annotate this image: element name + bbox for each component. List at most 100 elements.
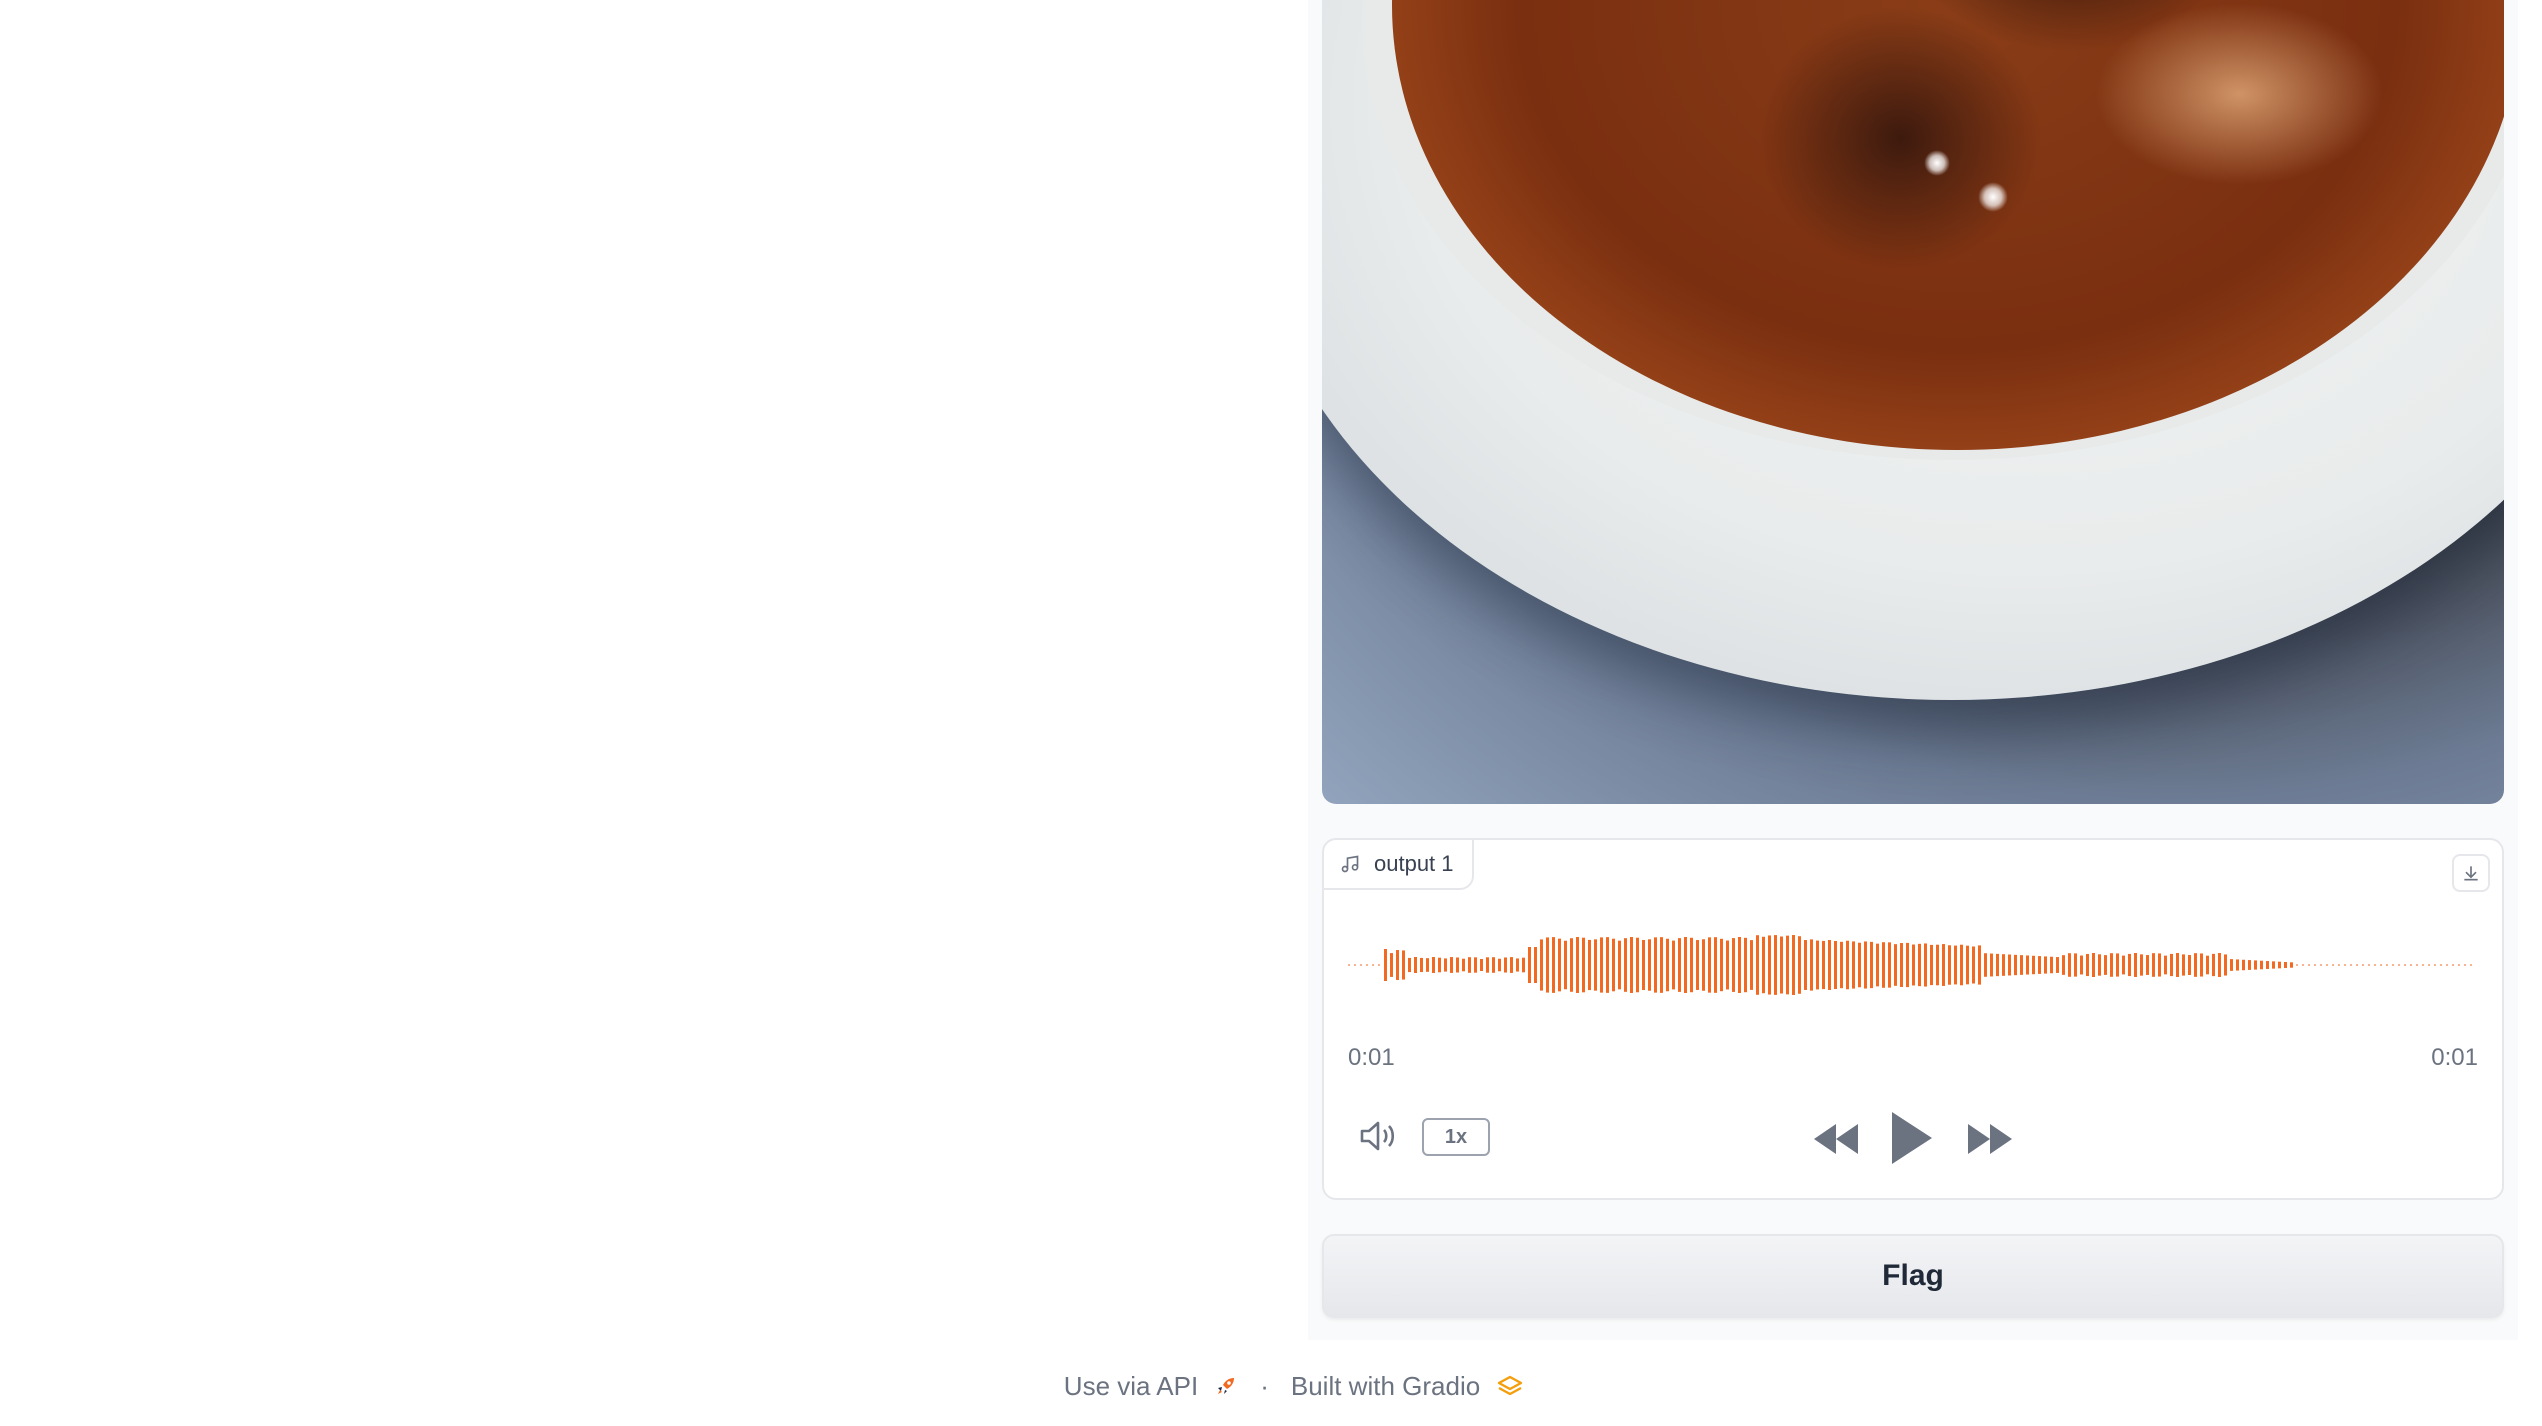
waveform-bar <box>1378 964 1380 966</box>
waveform-bar <box>1408 957 1411 973</box>
waveform-bar <box>2470 964 2472 966</box>
playback-controls: 1x <box>1324 1108 2502 1168</box>
waveform-bar <box>2374 964 2376 966</box>
waveform-bar <box>2284 961 2287 969</box>
waveform-bar <box>1600 937 1603 993</box>
waveform-bar <box>1954 945 1957 985</box>
waveform-bar <box>1390 953 1393 977</box>
waveform-bar <box>1474 957 1477 973</box>
gradio-logo-icon <box>1496 1374 1524 1398</box>
waveform-bar <box>2074 953 2077 977</box>
waveform-bar <box>1960 944 1963 986</box>
waveform-bar <box>2092 953 2095 977</box>
waveform-bar <box>1468 957 1471 973</box>
waveform-bar <box>1972 946 1975 984</box>
waveform-bar <box>1906 942 1909 988</box>
waveform-bar <box>2170 953 2173 977</box>
waveform-bar <box>2404 964 2406 966</box>
soup-glint <box>1924 150 1950 176</box>
waveform-bar <box>2320 964 2322 966</box>
waveform-bar <box>1348 964 1350 966</box>
waveform-bar <box>1540 939 1543 991</box>
waveform-bar <box>1678 938 1681 992</box>
waveform-bar <box>1798 936 1801 994</box>
waveform-bar <box>2026 955 2029 975</box>
waveform-bar <box>1708 937 1711 993</box>
fast-forward-button[interactable] <box>1966 1122 2014 1161</box>
waveform-bar <box>2446 964 2448 966</box>
play-button[interactable] <box>1888 1108 1934 1173</box>
waveform-bar <box>2110 953 2113 977</box>
waveform-bar <box>1420 957 1423 973</box>
rewind-icon <box>1814 1124 1858 1154</box>
waveform-bar <box>2428 964 2430 966</box>
waveform-bar <box>2362 964 2364 966</box>
waveform-bar <box>1480 958 1483 972</box>
waveform-bar <box>2398 964 2400 966</box>
use-via-api-link[interactable]: Use via API <box>1064 1371 1198 1402</box>
waveform-bar <box>1486 957 1489 973</box>
waveform-bar <box>2206 955 2209 975</box>
waveform-bar <box>2122 955 2125 975</box>
waveform-bar <box>1840 941 1843 989</box>
playback-speed-button[interactable]: 1x <box>1422 1118 1490 1156</box>
waveform-bar <box>1426 958 1429 972</box>
waveform-bar <box>2434 964 2436 966</box>
built-with-gradio-link[interactable]: Built with Gradio <box>1291 1371 1480 1402</box>
waveform-bar <box>1726 940 1729 990</box>
waveform-bar <box>1648 939 1651 991</box>
waveform-bar <box>1570 938 1573 992</box>
waveform-bar <box>2158 953 2161 977</box>
waveform-bar <box>1696 940 1699 990</box>
waveform-bar <box>1636 937 1639 993</box>
waveform-bar <box>1624 938 1627 992</box>
waveform-bar <box>2224 954 2227 976</box>
music-note-icon <box>1340 854 1360 874</box>
waveform-bar <box>2044 956 2047 974</box>
waveform-bar <box>1444 958 1447 972</box>
waveform-bar <box>2200 953 2203 977</box>
output-image <box>1322 0 2504 804</box>
waveform-bar <box>2002 954 2005 976</box>
waveform-bar <box>2086 953 2089 977</box>
waveform-bar <box>2068 953 2071 977</box>
waveform-bar <box>2296 964 2298 966</box>
waveform-bar <box>1720 938 1723 992</box>
rewind-button[interactable] <box>1812 1122 1860 1161</box>
waveform[interactable] <box>1348 910 2478 1020</box>
footer-separator: · <box>1260 1370 1269 1401</box>
waveform-bar <box>2182 954 2185 976</box>
waveform-bar <box>1846 940 1849 990</box>
waveform-bar <box>1918 943 1921 987</box>
waveform-bar <box>1834 940 1837 990</box>
rocket-icon <box>1214 1374 1238 1398</box>
waveform-bar <box>1690 937 1693 993</box>
waveform-bar <box>1456 957 1459 973</box>
waveform-bar <box>2302 964 2304 966</box>
waveform-bar <box>2128 953 2131 977</box>
waveform-bar <box>1930 944 1933 986</box>
waveform-bar <box>1810 939 1813 991</box>
waveform-bar <box>2254 960 2257 970</box>
waveform-bar <box>2314 964 2316 966</box>
waveform-bar <box>1630 937 1633 993</box>
waveform-bar <box>1966 945 1969 985</box>
waveform-bar <box>2272 961 2275 969</box>
waveform-bar <box>1948 945 1951 985</box>
flag-button[interactable]: Flag <box>1322 1234 2504 1318</box>
waveform-bar <box>2014 954 2017 976</box>
waveform-bar <box>1900 943 1903 987</box>
waveform-bar <box>1582 937 1585 993</box>
waveform-bar <box>2062 955 2065 975</box>
waveform-bar <box>1924 943 1927 987</box>
waveform-bar <box>1768 935 1771 995</box>
waveform-bar <box>2140 954 2143 976</box>
volume-button[interactable] <box>1358 1118 1402 1159</box>
waveform-bar <box>1660 937 1663 993</box>
waveform-bar <box>2416 964 2418 966</box>
waveform-bar <box>1546 937 1549 993</box>
waveform-bar <box>1498 958 1501 972</box>
waveform-bar <box>2056 957 2059 973</box>
download-button[interactable] <box>2452 854 2490 892</box>
waveform-bar <box>1756 935 1759 995</box>
